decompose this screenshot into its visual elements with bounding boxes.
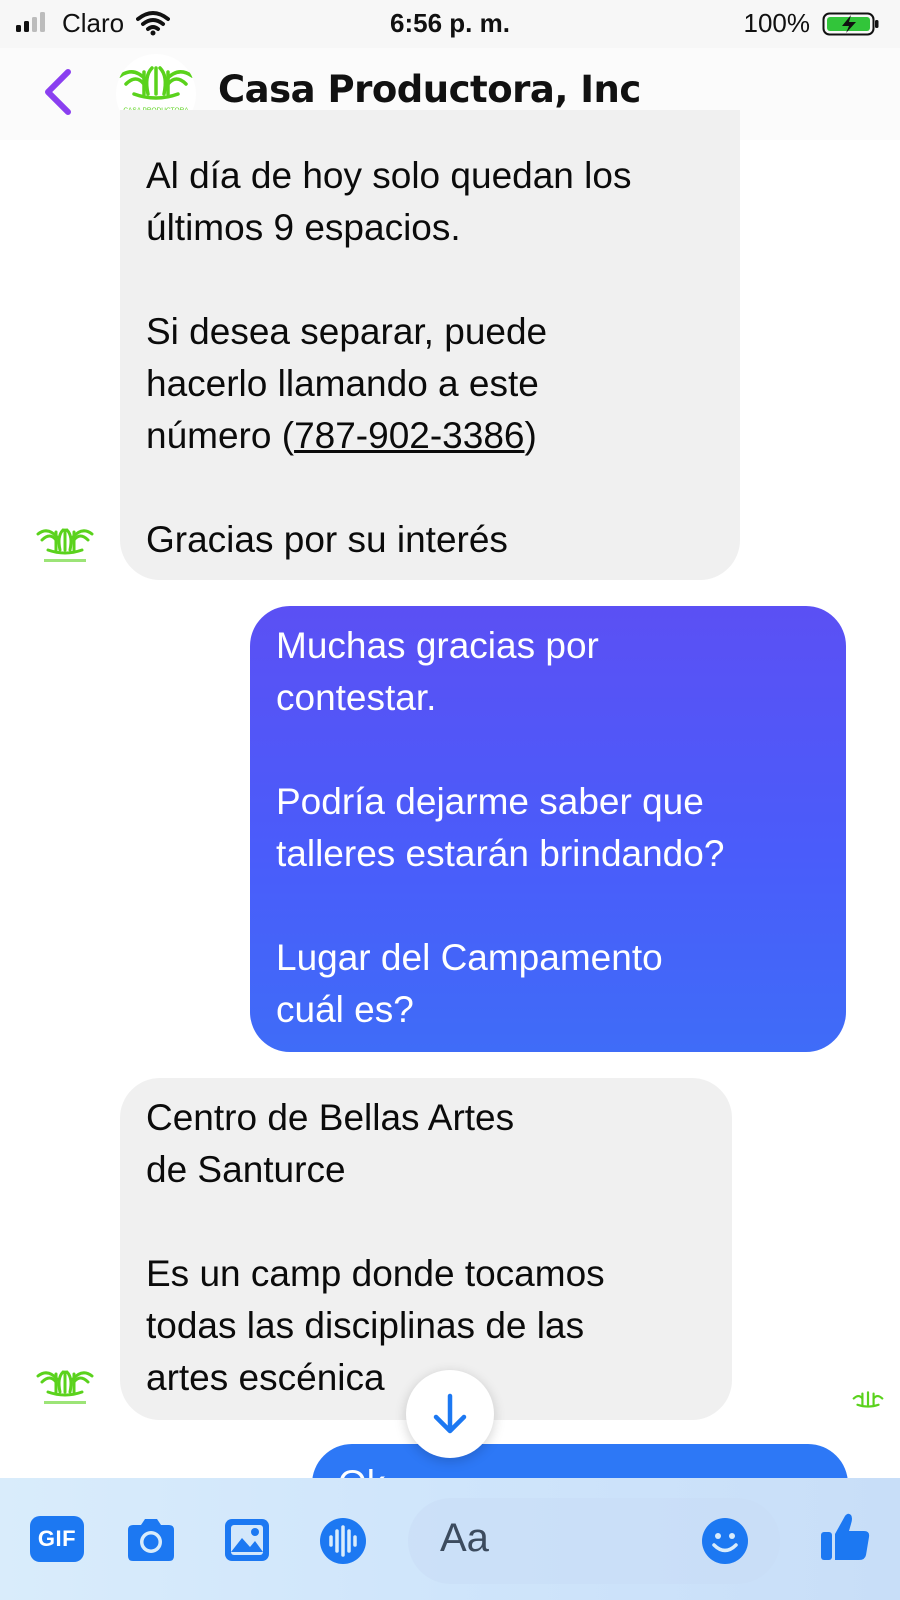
- thumbs-up-icon[interactable]: [818, 1510, 872, 1564]
- incoming-message[interactable]: Al día de hoy solo quedan los últimos 9 …: [120, 110, 740, 580]
- battery-charging-icon: [822, 12, 879, 36]
- camera-icon[interactable]: [124, 1516, 178, 1564]
- scroll-to-bottom-button[interactable]: [406, 1370, 494, 1458]
- input-placeholder: Aa: [440, 1516, 489, 1560]
- gif-icon[interactable]: GIF: [30, 1516, 84, 1562]
- incoming-message[interactable]: Centro de Bellas Artes de Santurce Es un…: [120, 1078, 732, 1420]
- arrow-down-icon: [433, 1393, 467, 1434]
- outgoing-message[interactable]: Muchas gracias por contestar. Podría dej…: [250, 606, 846, 1052]
- message-text: Muchas gracias por contestar. Podría dej…: [276, 625, 725, 1030]
- image-icon[interactable]: [222, 1516, 272, 1564]
- phone-link[interactable]: 787-902-3386: [294, 415, 524, 456]
- back-chevron-icon[interactable]: [38, 64, 78, 120]
- status-bar: Claro 6:56 p. m. 100%: [0, 0, 900, 48]
- message-text: Al día de hoy solo quedan los últimos 9 …: [146, 155, 632, 456]
- message-composer: GIF Aa: [0, 1478, 900, 1600]
- sender-avatar[interactable]: [36, 520, 94, 568]
- message-text: Centro de Bellas Artes de Santurce Es un…: [146, 1097, 605, 1398]
- voice-icon[interactable]: [318, 1516, 368, 1566]
- sender-avatar[interactable]: [36, 1362, 94, 1410]
- battery-percent: 100%: [743, 8, 811, 38]
- message-input[interactable]: Aa: [408, 1498, 780, 1584]
- emoji-icon[interactable]: [700, 1516, 750, 1566]
- read-receipt-avatar: [852, 1391, 884, 1408]
- chat-title[interactable]: Casa Productora, Inc: [218, 68, 641, 111]
